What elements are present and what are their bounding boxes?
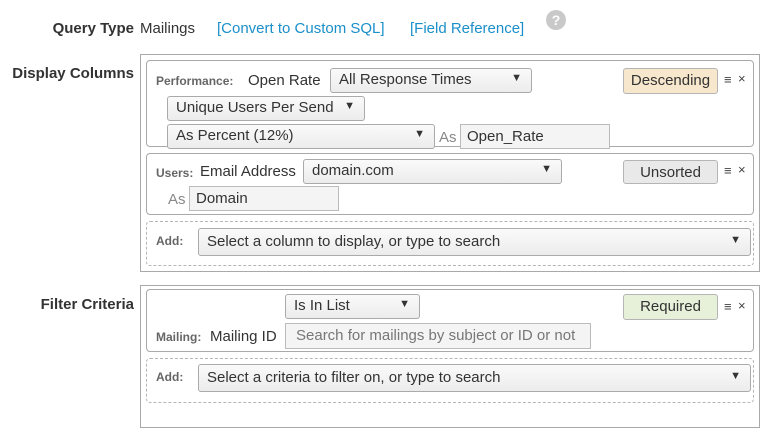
filter-operator-value: Is In List [294,297,350,314]
filter-field-name: Mailing ID [210,328,277,345]
filter-criteria-label: Filter Criteria [40,296,134,313]
sort-unsorted-button[interactable]: Unsorted [623,160,718,184]
column-card-email-address: Users: Email Address domain.com ▼ Unsort… [146,153,754,215]
add-column-select[interactable]: Select a column to display, or type to s… [198,228,751,256]
chevron-down-icon: ▼ [399,298,410,310]
filter-card-mailing-id: Is In List ▼ Required ≡ × Mailing: Maili… [146,289,754,352]
help-icon[interactable]: ? [546,10,566,30]
filter-menu-icon[interactable]: ≡ [724,299,732,314]
filter-category-label: Mailing: [156,330,202,344]
users-per-send-value: Unique Users Per Send [176,99,334,116]
required-badge[interactable]: Required [623,294,718,320]
chevron-down-icon: ▼ [730,370,741,382]
add-column-label: Add: [156,234,184,248]
column-category-label: Users: [156,166,194,180]
convert-to-custom-sql-link[interactable]: [Convert to Custom SQL] [217,20,385,37]
add-filter-row: Add: Select a criteria to filter on, or … [146,358,754,403]
chevron-down-icon: ▼ [414,128,425,140]
response-times-value: All Response Times [339,71,472,88]
add-column-placeholder: Select a column to display, or type to s… [207,233,501,250]
add-filter-label: Add: [156,370,184,384]
add-filter-placeholder: Select a criteria to filter on, or type … [207,369,501,386]
display-columns-label: Display Columns [12,65,134,82]
filter-operator-select[interactable]: Is In List ▼ [285,294,420,319]
mailing-search-input[interactable]: Search for mailings by subject or ID or … [285,323,591,349]
column-menu-icon[interactable]: ≡ [724,163,732,178]
column-remove-icon[interactable]: × [738,71,746,86]
column-remove-icon[interactable]: × [738,162,746,177]
query-type-value: Mailings [140,20,196,37]
column-category-label: Performance: [156,74,234,88]
add-filter-select[interactable]: Select a criteria to filter on, or type … [198,364,751,392]
column-menu-icon[interactable]: ≡ [724,72,732,87]
filter-remove-icon[interactable]: × [738,298,746,313]
as-label: As [439,129,457,146]
chevron-down-icon: ▼ [541,163,552,175]
sort-descending-button[interactable]: Descending [623,68,718,94]
chevron-down-icon: ▼ [344,100,355,112]
display-columns-panel: Performance: Open Rate All Response Time… [140,54,760,272]
format-value: As Percent (12%) [176,127,294,144]
users-per-send-select[interactable]: Unique Users Per Send ▼ [167,96,365,121]
add-column-row: Add: Select a column to display, or type… [146,221,754,266]
as-label: As [168,191,186,208]
column-field-name: Open Rate [248,72,321,89]
field-reference-link[interactable]: [Field Reference] [410,20,524,37]
chevron-down-icon: ▼ [730,234,741,246]
chevron-down-icon: ▼ [511,72,522,84]
query-type-label: Query Type [52,20,134,37]
column-card-open-rate: Performance: Open Rate All Response Time… [146,60,754,149]
format-select[interactable]: As Percent (12%) ▼ [167,124,435,149]
column-alias-input[interactable]: Open_Rate [460,124,610,149]
domain-select[interactable]: domain.com ▼ [303,159,562,184]
domain-value: domain.com [312,162,394,179]
filter-criteria-panel: Is In List ▼ Required ≡ × Mailing: Maili… [140,285,760,428]
response-times-select[interactable]: All Response Times ▼ [330,68,532,93]
column-field-name: Email Address [200,163,296,180]
column-alias-input[interactable]: Domain [189,186,339,211]
